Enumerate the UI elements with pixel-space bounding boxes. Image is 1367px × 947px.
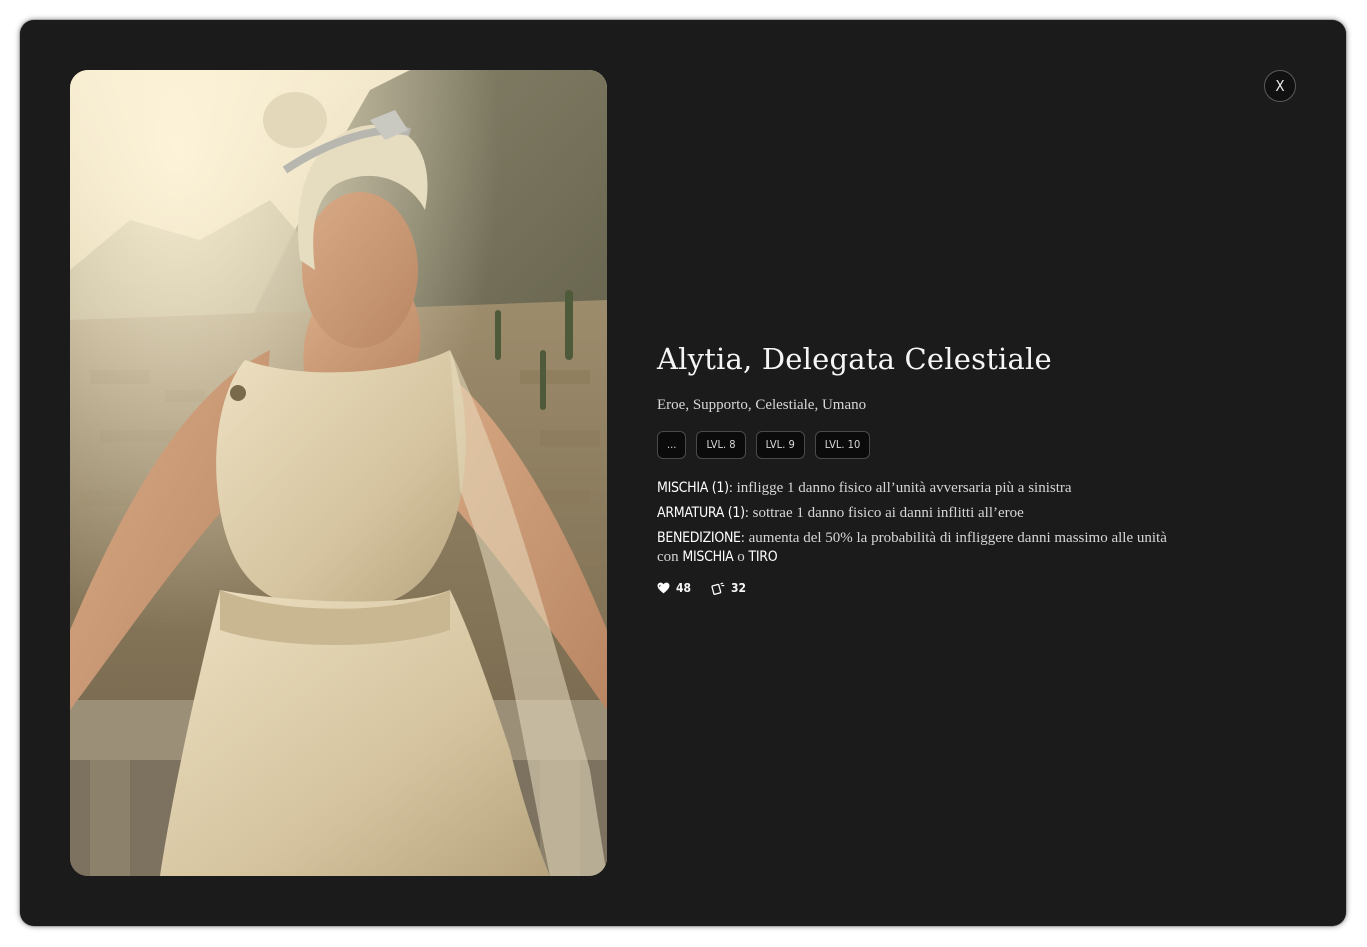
hero-portrait-image [70,70,607,876]
heart-icon [657,582,670,594]
cards-stat: 32 [711,581,746,595]
health-stat: 48 [657,581,691,595]
health-value: 48 [676,581,692,595]
cards-value: 32 [731,581,747,595]
ability-keyword-mischia: MISCHIA [682,549,734,565]
ability-keyword: MISCHIA (1) [657,480,729,496]
ability-description: : infligge 1 danno fisico all’unità avve… [728,480,1072,496]
ability-description: : sottrae 1 danno fisico ai danni inflit… [744,505,1024,521]
level-10-button[interactable]: LVL. 10 [814,431,871,459]
ability-conjunction: o [733,549,749,565]
level-more-button[interactable]: ... [657,431,687,459]
card-tags: Eroe, Supporto, Celestiale, Umano [657,397,867,413]
ability-keyword-tiro: TIRO [748,549,778,565]
ability-mischia: MISCHIA (1): infligge 1 danno fisico all… [657,479,1177,498]
ability-keyword: BENEDIZIONE [657,530,741,546]
ability-benedizione: BENEDIZIONE: aumenta del 50% la probabil… [657,529,1177,567]
ability-armatura: ARMATURA (1): sottrae 1 danno fisico ai … [657,504,1177,523]
card-tilted-icon [711,582,725,595]
card-info-panel: Alytia, Delegata Celestiale Eroe, Suppor… [657,338,1177,595]
close-button[interactable]: X [1264,70,1296,102]
card-title: Alytia, Delegata Celestiale [657,342,1052,376]
ability-list: MISCHIA (1): infligge 1 danno fisico all… [657,479,1177,567]
level-8-button[interactable]: LVL. 8 [696,431,746,459]
card-detail-modal: X Alytia, Delegata Celestiale Eroe, Supp… [20,20,1346,926]
level-selector: ... LVL. 8 LVL. 9 LVL. 10 [657,431,1177,459]
hero-portrait-illustration [70,70,607,876]
card-stats: 48 32 [657,581,1177,595]
level-9-button[interactable]: LVL. 9 [755,431,805,459]
ability-keyword: ARMATURA (1) [657,505,745,521]
